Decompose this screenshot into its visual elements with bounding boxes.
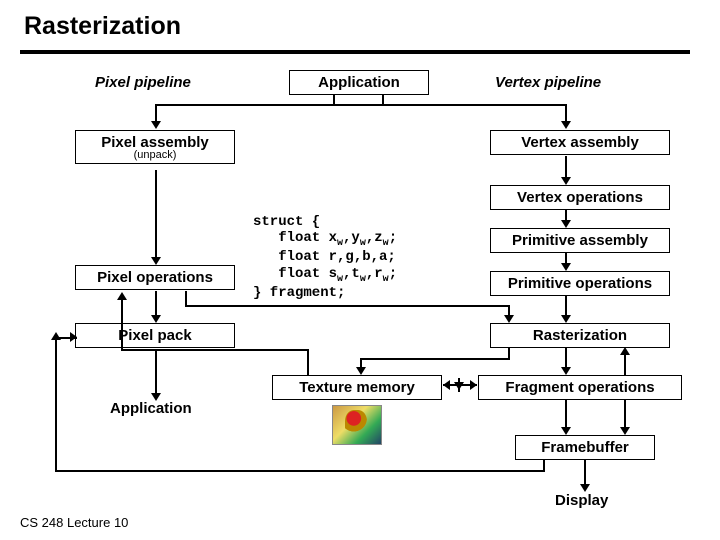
label-vertex-pipeline: Vertex pipeline: [495, 74, 601, 91]
arrow-down-icon: [565, 104, 567, 122]
arrow-down-icon: [155, 349, 157, 394]
sample-image-icon: [332, 405, 382, 445]
arrow: [185, 305, 509, 307]
arrow-down-icon: [360, 358, 362, 368]
arrow: [185, 291, 187, 305]
arrow-up-icon: [624, 354, 626, 376]
arrow: [307, 349, 309, 375]
box-texture-memory: Texture memory: [272, 375, 442, 400]
arrow: [360, 358, 510, 360]
arrow-down-icon: [624, 400, 626, 428]
arrow: [121, 349, 309, 351]
arrow-down-icon: [508, 305, 510, 316]
arrow-down-icon: [155, 291, 157, 316]
arrow-left-icon: [443, 380, 450, 390]
arrow: [155, 104, 566, 106]
box-vertex-operations: Vertex operations: [490, 185, 670, 210]
title-rule: [20, 50, 690, 54]
label-pixel-pipeline: Pixel pipeline: [95, 74, 191, 91]
arrow-right-icon: [470, 380, 477, 390]
box-pixel-pack: Pixel pack: [75, 323, 235, 348]
arrow-right-icon: [70, 332, 77, 342]
footer-text: CS 248 Lecture 10: [20, 515, 128, 530]
arrow-up-icon: [55, 339, 57, 472]
box-pixel-assembly: Pixel assembly (unpack): [75, 130, 235, 164]
arrow-down-icon: [584, 460, 586, 485]
label-display: Display: [555, 492, 608, 509]
arrow-down-icon: [565, 210, 567, 221]
box-vertex-assembly: Vertex assembly: [490, 130, 670, 155]
slide-title: Rasterization: [24, 12, 181, 41]
box-rasterization: Rasterization: [490, 323, 670, 348]
arrow-down-icon: [565, 400, 567, 428]
arrow-down-icon: [155, 104, 157, 122]
arrow-down-icon: [565, 348, 567, 368]
box-fragment-operations: Fragment operations: [478, 375, 682, 400]
box-primitive-assembly: Primitive assembly: [490, 228, 670, 253]
box-application-top: Application: [289, 70, 429, 95]
arrow-down-icon: [565, 156, 567, 178]
arrow-up-icon: [121, 299, 123, 351]
arrow: [55, 470, 545, 472]
box-primitive-operations: Primitive operations: [490, 271, 670, 296]
box-framebuffer: Framebuffer: [515, 435, 655, 460]
arrow-down-icon: [155, 170, 157, 258]
arrow-down-icon: [565, 253, 567, 264]
code-struct: struct { float xw,yw,zw; float r,g,b,a; …: [253, 198, 397, 301]
arrow-down-icon: [565, 296, 567, 316]
label-application-bottom: Application: [110, 400, 192, 417]
box-pixel-operations: Pixel operations: [75, 265, 235, 290]
arrow: [382, 95, 384, 105]
